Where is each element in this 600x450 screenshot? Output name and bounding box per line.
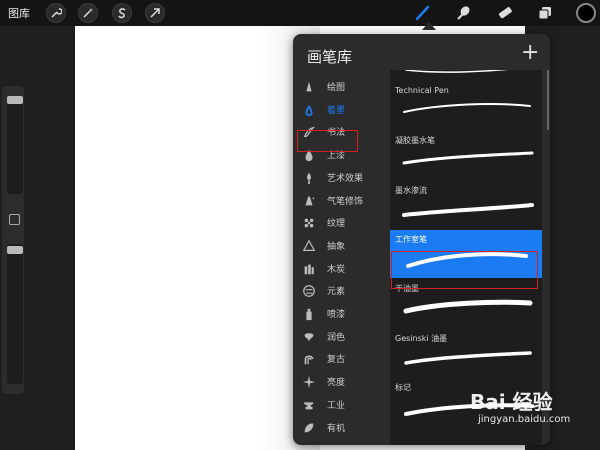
category-label: 着墨 (327, 105, 346, 116)
brush-item[interactable]: Gesinski 油墨 (390, 329, 542, 377)
brush-library-panel: 画笔库 + 绘图 着墨 书法 上漆 艺术效果 气笔修饰 纹理 抽象 木炭 元素 喷漆 润色 复古 亮度 工业… (293, 34, 550, 445)
brush-icon[interactable] (412, 3, 434, 23)
ink-drop-icon (301, 102, 317, 118)
category-item[interactable]: 润色 (293, 326, 390, 348)
brush-stroke-preview (402, 202, 534, 217)
layers-icon[interactable] (534, 3, 556, 23)
opacity-slider[interactable] (7, 244, 23, 384)
smudge-icon[interactable] (452, 3, 474, 23)
airbrush-icon (301, 193, 317, 209)
stroke-path (402, 202, 534, 217)
color-picker[interactable] (576, 3, 596, 23)
brush-highlight-box (391, 251, 538, 289)
category-label: 喷漆 (327, 310, 346, 320)
category-highlight-box (297, 130, 358, 152)
category-label: 抽象 (327, 241, 346, 252)
brush-list-scrollbar[interactable] (547, 70, 549, 130)
brush-item[interactable]: 凝胶墨水笔 (390, 131, 542, 179)
brush-item[interactable]: 墨水渗流 (390, 181, 542, 229)
add-brush-button[interactable]: + (521, 42, 539, 64)
category-item[interactable]: 有机 (293, 417, 390, 439)
brush-stroke-preview (402, 151, 534, 165)
category-label: 工业 (327, 400, 346, 411)
watermark-url: jingyan.baidu.com (478, 414, 571, 425)
modify-button[interactable] (9, 214, 20, 225)
category-label: 亮度 (327, 378, 346, 389)
top-toolbar: 图库 (0, 0, 600, 26)
stroke-path (404, 350, 532, 365)
category-item[interactable]: 工业 (293, 394, 390, 416)
category-label: 纹理 (327, 219, 346, 230)
gallery-button[interactable]: 图库 (8, 5, 30, 21)
brush-stroke-preview (403, 103, 531, 113)
brush-size-handle[interactable] (7, 96, 23, 104)
magic-wand-icon[interactable] (78, 3, 98, 23)
triangle-icon (301, 238, 317, 254)
category-label: 艺术效果 (327, 173, 364, 184)
category-label: 气笔修饰 (327, 196, 364, 207)
brush-tip-icon (301, 170, 317, 186)
category-item[interactable]: 气笔修饰 (293, 190, 390, 212)
category-item[interactable]: 元素 (293, 280, 390, 302)
touchup-icon (301, 329, 317, 345)
stroke-path (403, 299, 533, 314)
category-item[interactable]: 亮度 (293, 371, 390, 393)
watermark: Bai 经验 jingyan.baidu.com (470, 386, 590, 442)
category-item[interactable]: 抽象 (293, 235, 390, 257)
category-label: 木炭 (327, 264, 346, 275)
brush-item[interactable]: Technical Pen (390, 82, 542, 130)
texture-icon (301, 215, 317, 231)
stroke-path (402, 151, 534, 165)
panel-title: 画笔库 (307, 48, 353, 66)
category-item[interactable]: 喷漆 (293, 303, 390, 325)
panel-pointer (422, 22, 436, 30)
watermark-logo: Bai 经验 (470, 390, 553, 414)
spray-can-icon (301, 306, 317, 322)
anvil-icon (301, 397, 317, 413)
stroke-path (405, 70, 510, 73)
eraser-icon[interactable] (494, 3, 516, 23)
category-label: 有机 (327, 423, 346, 434)
category-item[interactable]: 复古 (293, 348, 390, 370)
leaf-icon (301, 420, 317, 436)
category-item[interactable]: 木炭 (293, 258, 390, 280)
charcoal-icon (301, 261, 317, 277)
left-sidebar (2, 86, 24, 394)
opacity-handle[interactable] (7, 246, 23, 254)
wrench-icon[interactable] (46, 3, 66, 23)
category-item[interactable]: 着墨 (293, 99, 390, 121)
category-label: 绘图 (327, 83, 346, 93)
pencil-icon (301, 79, 317, 95)
category-item[interactable]: 纹理 (293, 212, 390, 234)
retro-icon (301, 351, 317, 367)
category-label: 复古 (327, 355, 346, 366)
category-label: 润色 (327, 332, 346, 343)
selection-s-icon[interactable] (112, 3, 132, 23)
elements-icon (301, 283, 317, 299)
brush-stroke-preview (403, 299, 533, 314)
brush-stroke-preview (404, 350, 532, 365)
transform-arrow-icon[interactable] (145, 3, 165, 23)
stroke-path (403, 103, 531, 113)
sparkle-icon (301, 374, 317, 390)
brush-name: Technical Pen (395, 86, 449, 95)
category-label: 元素 (327, 287, 346, 298)
category-item[interactable]: 绘图 (293, 76, 390, 98)
category-item[interactable]: 艺术效果 (293, 167, 390, 189)
brush-size-slider[interactable] (7, 96, 23, 194)
